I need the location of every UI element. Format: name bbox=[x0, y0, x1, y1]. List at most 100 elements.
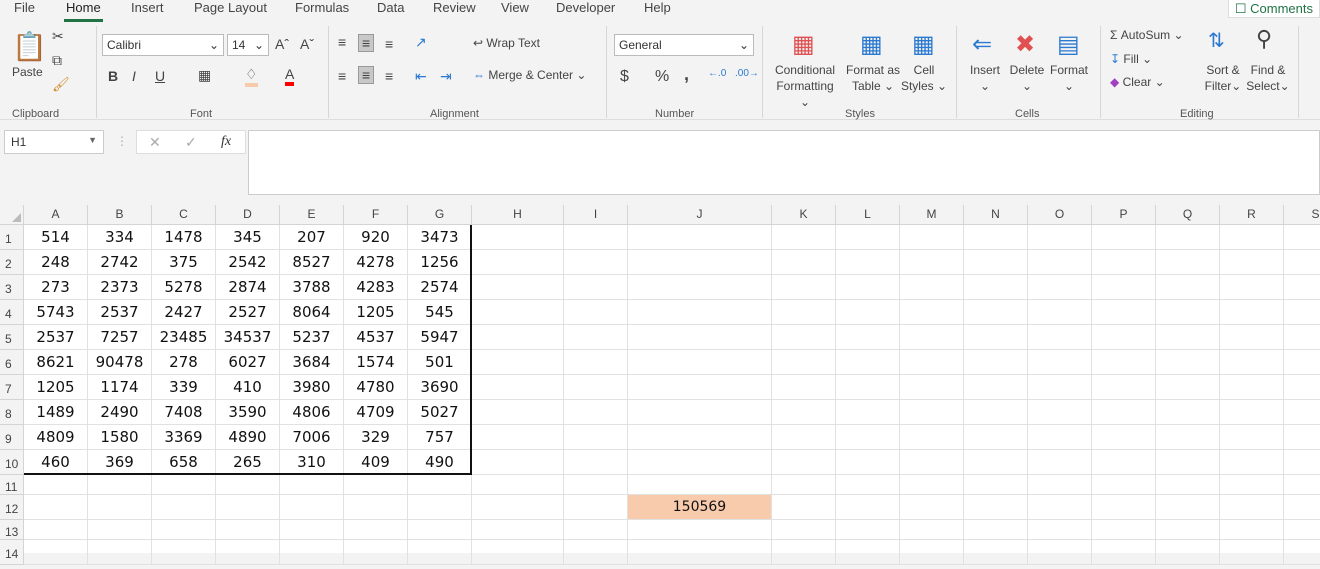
cell-Q7[interactable] bbox=[1156, 375, 1220, 400]
cell-E9[interactable]: 7006 bbox=[280, 425, 344, 450]
cell-H3[interactable] bbox=[472, 275, 564, 300]
cell-B6[interactable]: 90478 bbox=[88, 350, 152, 375]
cell-G1[interactable]: 3473 bbox=[408, 225, 472, 250]
borders-icon[interactable]: ▦ bbox=[198, 67, 211, 84]
tab-view[interactable]: View bbox=[501, 0, 529, 15]
cell-C2[interactable]: 375 bbox=[152, 250, 216, 275]
cell-J3[interactable] bbox=[628, 275, 772, 300]
cell-F8[interactable]: 4709 bbox=[344, 400, 408, 425]
cell-F4[interactable]: 1205 bbox=[344, 300, 408, 325]
cell-K12[interactable] bbox=[772, 495, 836, 520]
cell-R4[interactable] bbox=[1220, 300, 1284, 325]
tab-home[interactable]: Home bbox=[64, 0, 103, 22]
cell-D5[interactable]: 34537 bbox=[216, 325, 280, 350]
cell-P7[interactable] bbox=[1092, 375, 1156, 400]
row-header-4[interactable]: 4 bbox=[0, 300, 24, 325]
cell-A6[interactable]: 8621 bbox=[24, 350, 88, 375]
column-header-G[interactable]: G bbox=[408, 205, 472, 225]
cell-M3[interactable] bbox=[900, 275, 964, 300]
column-header-E[interactable]: E bbox=[280, 205, 344, 225]
column-header-O[interactable]: O bbox=[1028, 205, 1092, 225]
column-header-K[interactable]: K bbox=[772, 205, 836, 225]
cell-Q5[interactable] bbox=[1156, 325, 1220, 350]
cell-K3[interactable] bbox=[772, 275, 836, 300]
cell-B11[interactable] bbox=[88, 475, 152, 495]
cell-B8[interactable]: 2490 bbox=[88, 400, 152, 425]
cell-L13[interactable] bbox=[836, 520, 900, 540]
cell-S4[interactable] bbox=[1284, 300, 1320, 325]
font-size-select[interactable]: 14 ⌄ bbox=[227, 34, 269, 56]
cell-A5[interactable]: 2537 bbox=[24, 325, 88, 350]
cell-M9[interactable] bbox=[900, 425, 964, 450]
cell-N6[interactable] bbox=[964, 350, 1028, 375]
column-header-D[interactable]: D bbox=[216, 205, 280, 225]
cell-G4[interactable]: 545 bbox=[408, 300, 472, 325]
cell-G6[interactable]: 501 bbox=[408, 350, 472, 375]
cell-L12[interactable] bbox=[836, 495, 900, 520]
column-header-Q[interactable]: Q bbox=[1156, 205, 1220, 225]
cell-H5[interactable] bbox=[472, 325, 564, 350]
cell-O5[interactable] bbox=[1028, 325, 1092, 350]
fill-color-icon[interactable]: ♢ bbox=[245, 66, 258, 87]
cell-L6[interactable] bbox=[836, 350, 900, 375]
cell-I2[interactable] bbox=[564, 250, 628, 275]
cell-I5[interactable] bbox=[564, 325, 628, 350]
cell-E3[interactable]: 3788 bbox=[280, 275, 344, 300]
cell-S7[interactable] bbox=[1284, 375, 1320, 400]
row-header-11[interactable]: 11 bbox=[0, 475, 24, 495]
cell-L7[interactable] bbox=[836, 375, 900, 400]
align-bottom-icon[interactable]: ≡ bbox=[385, 36, 393, 52]
cell-A9[interactable]: 4809 bbox=[24, 425, 88, 450]
column-header-L[interactable]: L bbox=[836, 205, 900, 225]
cell-S11[interactable] bbox=[1284, 475, 1320, 495]
cell-R5[interactable] bbox=[1220, 325, 1284, 350]
cell-P8[interactable] bbox=[1092, 400, 1156, 425]
cell-Q6[interactable] bbox=[1156, 350, 1220, 375]
cell-S10[interactable] bbox=[1284, 450, 1320, 475]
cell-K13[interactable] bbox=[772, 520, 836, 540]
cell-N3[interactable] bbox=[964, 275, 1028, 300]
cell-J2[interactable] bbox=[628, 250, 772, 275]
cell-I8[interactable] bbox=[564, 400, 628, 425]
formula-input[interactable] bbox=[248, 130, 1320, 195]
column-header-I[interactable]: I bbox=[564, 205, 628, 225]
cell-J4[interactable] bbox=[628, 300, 772, 325]
cell-P3[interactable] bbox=[1092, 275, 1156, 300]
cell-S2[interactable] bbox=[1284, 250, 1320, 275]
cell-B9[interactable]: 1580 bbox=[88, 425, 152, 450]
cell-H9[interactable] bbox=[472, 425, 564, 450]
cell-N12[interactable] bbox=[964, 495, 1028, 520]
cell-H6[interactable] bbox=[472, 350, 564, 375]
cell-Q12[interactable] bbox=[1156, 495, 1220, 520]
cell-J9[interactable] bbox=[628, 425, 772, 450]
row-header-9[interactable]: 9 bbox=[0, 425, 24, 450]
cell-G2[interactable]: 1256 bbox=[408, 250, 472, 275]
cell-C6[interactable]: 278 bbox=[152, 350, 216, 375]
cell-C1[interactable]: 1478 bbox=[152, 225, 216, 250]
cell-K6[interactable] bbox=[772, 350, 836, 375]
cell-N13[interactable] bbox=[964, 520, 1028, 540]
underline-button[interactable]: U bbox=[155, 68, 165, 84]
cell-I1[interactable] bbox=[564, 225, 628, 250]
font-color-icon[interactable]: A bbox=[285, 66, 295, 86]
cell-R12[interactable] bbox=[1220, 495, 1284, 520]
cell-E11[interactable] bbox=[280, 475, 344, 495]
cell-F5[interactable]: 4537 bbox=[344, 325, 408, 350]
cell-R3[interactable] bbox=[1220, 275, 1284, 300]
cell-B4[interactable]: 2537 bbox=[88, 300, 152, 325]
cell-L2[interactable] bbox=[836, 250, 900, 275]
cell-J6[interactable] bbox=[628, 350, 772, 375]
merge-center-button[interactable]: ⇔ Merge & Center ⌄ bbox=[473, 68, 586, 82]
column-header-J[interactable]: J bbox=[628, 205, 772, 225]
cell-G7[interactable]: 3690 bbox=[408, 375, 472, 400]
cell-S3[interactable] bbox=[1284, 275, 1320, 300]
cell-Q8[interactable] bbox=[1156, 400, 1220, 425]
cell-M8[interactable] bbox=[900, 400, 964, 425]
autosum-button[interactable]: Σ AutoSum ⌄ bbox=[1110, 28, 1184, 42]
cell-H7[interactable] bbox=[472, 375, 564, 400]
row-header-5[interactable]: 5 bbox=[0, 325, 24, 350]
cell-N7[interactable] bbox=[964, 375, 1028, 400]
cell-H2[interactable] bbox=[472, 250, 564, 275]
cell-G11[interactable] bbox=[408, 475, 472, 495]
cell-Q11[interactable] bbox=[1156, 475, 1220, 495]
